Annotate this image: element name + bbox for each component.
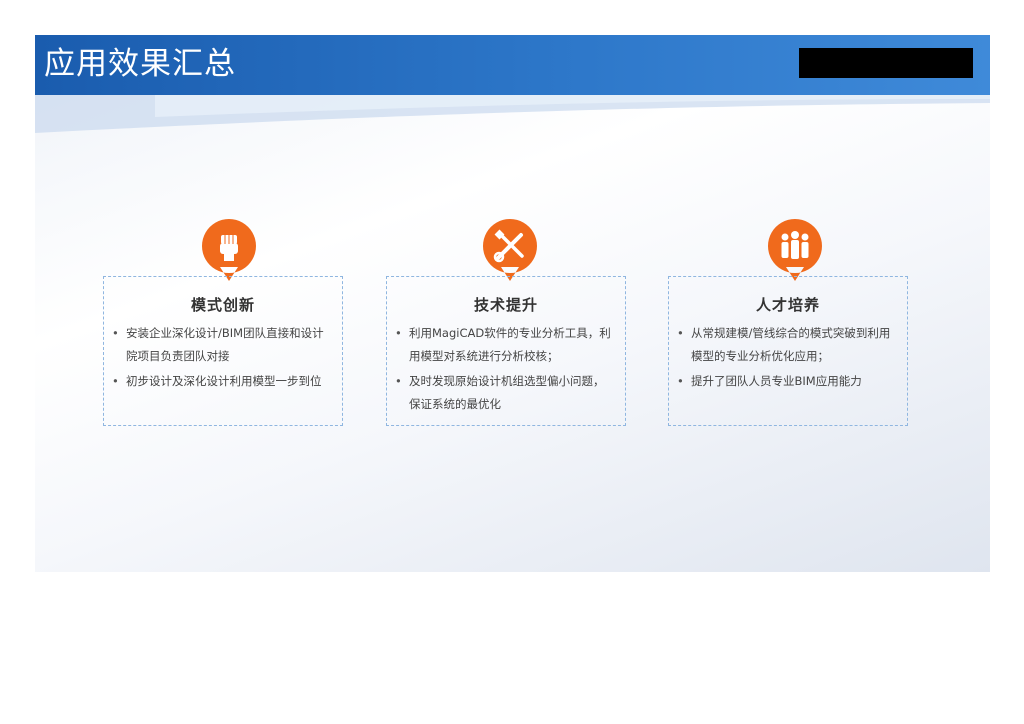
slide: 应用效果汇总 模式创新 • 安装企业深化设计/BIM团队直接和设计院项目负责团队对… xyxy=(35,35,990,572)
list-item: • 初步设计及深化设计利用模型一步到位 xyxy=(112,374,322,388)
card-title: 模式创新 xyxy=(190,296,255,314)
list-item: • 从常规建模/管线综合的模式突破到利用模型的专业分析优化应用； xyxy=(677,326,891,363)
team-icon xyxy=(767,219,822,281)
list-item: • 及时发现原始设计机组选型偏小问题，保证系统的最优化 xyxy=(395,374,605,411)
header-swoosh xyxy=(35,95,990,133)
list-item: • 安装企业深化设计/BIM团队直接和设计院项目负责团队对接 xyxy=(112,326,324,363)
wrench-screwdriver-icon xyxy=(482,219,537,281)
list-item: • 提升了团队人员专业BIM应用能力 xyxy=(677,374,862,388)
card-mode-innovation: 模式创新 • 安装企业深化设计/BIM团队直接和设计院项目负责团队对接 • 初步设计… xyxy=(103,276,343,426)
card-talent-development: 人才培养 • 从常规建模/管线综合的模式突破到利用模型的专业分析优化应用； • 提升… xyxy=(668,276,908,426)
card-title: 技术提升 xyxy=(473,296,538,314)
card-title: 人才培养 xyxy=(755,296,820,314)
fist-icon xyxy=(201,219,256,281)
card-tech-improvement: 技术提升 • 利用MagiCAD软件的专业分析工具，利用模型对系统进行分析校核； … xyxy=(386,276,626,426)
list-item: • 利用MagiCAD软件的专业分析工具，利用模型对系统进行分析校核； xyxy=(395,326,611,363)
